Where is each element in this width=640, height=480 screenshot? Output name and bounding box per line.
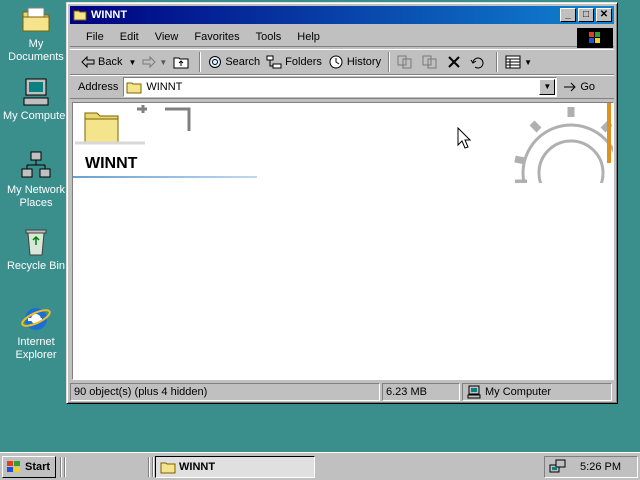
gear-watermark-icon <box>514 103 613 183</box>
folders-icon <box>266 55 282 69</box>
desktop-icon-label: My Network Places <box>6 184 66 209</box>
title-underline <box>73 176 257 178</box>
desktop-icon-label: Recycle Bin <box>6 260 66 272</box>
status-size: 6.23 MB <box>382 383 460 401</box>
folder-icon <box>73 10 87 21</box>
computer-icon <box>467 385 481 399</box>
title-bar[interactable]: WINNT _ □ ✕ <box>70 6 614 24</box>
network-tray-icon[interactable] <box>549 459 567 475</box>
back-dropdown[interactable]: ▼ <box>125 51 139 73</box>
system-tray: 5:26 PM <box>544 456 638 478</box>
folder-content-pane[interactable]: WINNT <box>72 102 614 380</box>
folders-label: Folders <box>285 56 322 68</box>
move-to-button[interactable] <box>394 51 419 73</box>
views-button[interactable]: ▼ <box>502 51 535 73</box>
windows-logo-icon <box>7 461 20 472</box>
menu-file[interactable]: File <box>70 31 112 43</box>
mouse-cursor-icon <box>457 127 471 149</box>
address-bar: Address WINNT ▼ Go <box>70 75 614 99</box>
taskbar-separator <box>152 457 154 477</box>
toolbar-separator <box>199 52 202 72</box>
address-label: Address <box>78 81 119 93</box>
folder-icon <box>126 82 142 94</box>
menu-bar: File Edit View Favorites Tools Help <box>70 27 614 48</box>
maximize-button[interactable]: □ <box>578 8 594 22</box>
network-icon <box>21 151 51 178</box>
folder-icon <box>160 462 176 474</box>
back-button[interactable]: Back <box>78 51 125 73</box>
clock[interactable]: 5:26 PM <box>580 461 621 473</box>
folders-button[interactable]: Folders <box>263 51 325 73</box>
desktop-icon-label: My Computer <box>2 110 70 122</box>
start-label: Start <box>25 461 51 473</box>
quick-launch-area <box>66 456 144 478</box>
status-zone-label: My Computer <box>485 386 552 398</box>
history-label: History <box>346 56 382 68</box>
status-objects: 90 object(s) (plus 4 hidden) <box>70 383 380 401</box>
desktop-icon-my-computer[interactable]: My Computer <box>0 76 72 123</box>
desktop-icon-recycle-bin[interactable]: Recycle Bin <box>0 226 72 273</box>
address-value: WINNT <box>146 81 183 93</box>
search-label: Search <box>225 56 261 68</box>
delete-x-icon <box>448 56 460 68</box>
go-arrow-icon <box>564 82 577 92</box>
menu-edit[interactable]: Edit <box>112 31 147 43</box>
up-button[interactable] <box>170 51 195 73</box>
search-button[interactable]: Search <box>205 51 263 73</box>
minimize-button[interactable]: _ <box>560 8 576 22</box>
taskbar: Start WINNT 5:26 PM <box>0 452 640 480</box>
go-label: Go <box>580 81 596 93</box>
start-button[interactable]: Start <box>2 456 56 478</box>
history-button[interactable]: History <box>325 51 384 73</box>
go-button[interactable]: Go <box>563 81 595 93</box>
standard-toolbar: Back ▼ ▼ Search Folders History ▼ <box>70 49 614 75</box>
history-icon <box>329 55 343 69</box>
desktop-icon-my-network-places[interactable]: My Network Places <box>0 150 72 210</box>
desktop-icon-label: My Documents <box>8 38 64 63</box>
status-bar: 90 object(s) (plus 4 hidden) 6.23 MB My … <box>70 383 614 401</box>
address-input[interactable]: WINNT ▼ <box>123 77 558 97</box>
search-icon <box>209 56 222 68</box>
address-dropdown-button[interactable]: ▼ <box>539 79 556 95</box>
taskbar-separator <box>148 457 150 477</box>
undo-button[interactable] <box>467 51 492 73</box>
undo-icon <box>470 57 484 69</box>
menu-view[interactable]: View <box>147 31 187 43</box>
recycle-bin-icon <box>25 229 47 256</box>
folder-up-icon <box>173 57 189 69</box>
forward-button[interactable]: ▼ <box>139 51 170 73</box>
move-to-icon <box>397 55 412 69</box>
forward-arrow-icon <box>142 56 157 68</box>
taskbar-separator <box>60 457 62 477</box>
windows-logo-icon <box>577 28 613 48</box>
back-arrow-icon <box>81 56 95 68</box>
menu-help[interactable]: Help <box>289 31 328 43</box>
views-icon <box>505 55 521 69</box>
taskbar-button-winnt[interactable]: WINNT <box>155 456 315 478</box>
delete-button[interactable] <box>444 51 467 73</box>
close-button[interactable]: ✕ <box>596 8 612 22</box>
folder-title: WINNT <box>85 155 138 172</box>
copy-to-icon <box>422 55 437 69</box>
ie-icon <box>21 308 51 330</box>
desktop-icon-my-documents[interactable]: My Documents <box>0 4 72 64</box>
taskbar-button-label: WINNT <box>179 461 216 473</box>
computer-icon <box>23 78 49 106</box>
desktop-icon-label: Internet Explorer <box>15 336 57 361</box>
explorer-window: WINNT _ □ ✕ File Edit View Favorites Too… <box>66 2 618 404</box>
back-label: Back <box>98 56 123 68</box>
desktop-icon-internet-explorer[interactable]: Internet Explorer <box>0 302 72 362</box>
window-title: WINNT <box>91 9 128 21</box>
status-zone: My Computer <box>462 383 612 401</box>
folder-icon <box>22 7 50 32</box>
copy-to-button[interactable] <box>419 51 444 73</box>
toolbar-separator <box>388 52 391 72</box>
menu-tools[interactable]: Tools <box>248 31 290 43</box>
folder-banner-icon <box>75 105 191 145</box>
menu-favorites[interactable]: Favorites <box>186 31 247 43</box>
toolbar-separator <box>496 52 499 72</box>
